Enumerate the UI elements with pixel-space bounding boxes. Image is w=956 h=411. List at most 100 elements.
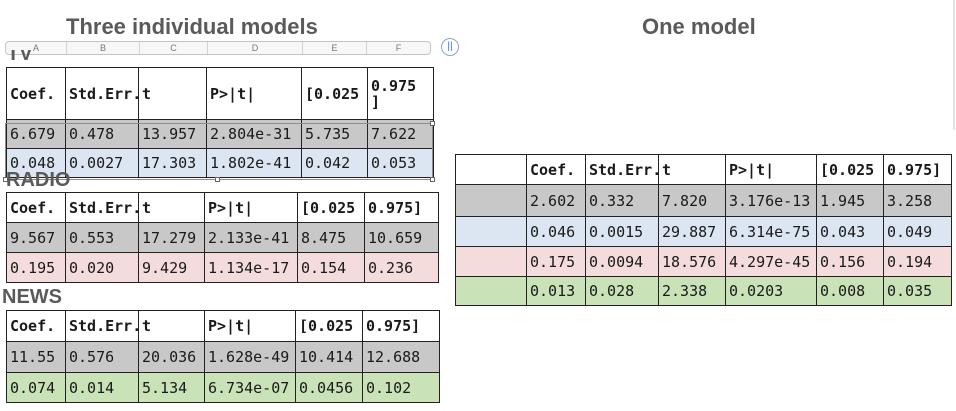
table-cell[interactable]: 13.957 [138,119,207,149]
selection-handle[interactable] [430,121,435,126]
header-cell[interactable]: t [138,192,205,223]
table-cell[interactable]: 10.659 [364,222,439,253]
table-cell[interactable]: 1.802e-41 [206,148,302,178]
header-cell[interactable]: Std.Err. [65,67,139,120]
table-cell[interactable]: 0.175 [526,246,586,277]
news-model-table[interactable]: Coef. Std.Err. t P>|t| [0.025 0.975] 11.… [6,310,440,403]
tv-model-table[interactable]: Coef. Std.Err. t P>|t| [0.025 0.975 ] 6.… [6,67,434,178]
selection-handle[interactable] [215,177,220,182]
table-cell[interactable]: 0.020 [65,252,139,283]
table-cell[interactable]: 29.887 [658,216,726,247]
table-cell[interactable]: 0.043 [816,216,884,247]
table-cell[interactable]: 0.0203 [725,276,817,306]
table-cell[interactable]: 0.0094 [585,246,659,277]
header-cell[interactable]: Coef. [6,67,66,120]
table-cell[interactable]: 10.414 [295,341,363,373]
table-cell[interactable]: 2.133e-41 [204,222,298,253]
table-cell[interactable]: 0.0456 [295,372,363,403]
header-cell[interactable]: t [138,310,205,342]
table-cell[interactable]: 0.154 [297,252,365,283]
header-cell[interactable]: P>|t| [725,154,817,185]
table-cell[interactable]: 0.102 [362,372,440,403]
table-cell[interactable]: 7.622 [367,119,434,149]
table-cell[interactable]: 20.036 [138,341,205,373]
header-cell[interactable]: 0.975 ] [367,67,434,120]
table-cell[interactable]: 0.035 [883,276,952,306]
header-cell[interactable]: P>|t| [204,310,296,342]
table-cell[interactable]: 4.297e-45 [725,246,817,277]
table-cell[interactable]: 5.735 [301,119,368,149]
table-cell[interactable]: 9.429 [138,252,205,283]
table-cell[interactable]: 17.279 [138,222,205,253]
table-cell[interactable]: 5.134 [138,372,205,403]
table-cell[interactable]: 1.945 [816,184,884,217]
header-cell[interactable] [455,154,527,185]
table-cell[interactable]: 0.553 [65,222,139,253]
table-cell[interactable]: 0.156 [816,246,884,277]
table-cell[interactable]: 0.576 [65,341,139,373]
header-cell[interactable]: Coef. [6,192,66,223]
selection-handle[interactable] [430,177,435,182]
column-letter-f[interactable]: F [367,42,430,54]
header-cell[interactable]: [0.025 [301,67,368,120]
table-cell[interactable]: 0.042 [301,148,368,178]
table-cell[interactable]: 0.014 [65,372,139,403]
table-cell[interactable] [455,216,527,247]
table-cell[interactable]: 0.195 [6,252,66,283]
header-cell[interactable]: P>|t| [204,192,298,223]
table-cell[interactable]: 3.258 [883,184,952,217]
one-model-table[interactable]: Coef. Std.Err. t P>|t| [0.025 0.975] 2.6… [455,154,952,306]
header-cell[interactable]: 0.975] [883,154,952,185]
table-cell[interactable]: 6.679 [6,119,66,149]
table-cell[interactable]: 0.0027 [65,148,139,178]
table-cell[interactable]: 2.804e-31 [206,119,302,149]
table-cell[interactable]: 0.028 [585,276,659,306]
table-cell[interactable] [455,184,527,217]
table-cell[interactable]: 6.734e-07 [204,372,296,403]
table-cell[interactable]: 2.338 [658,276,726,306]
column-letter-d[interactable]: D [208,42,303,54]
table-cell[interactable]: 0.049 [883,216,952,247]
header-cell[interactable]: Coef. [6,310,66,342]
table-cell[interactable]: 3.176e-13 [725,184,817,217]
table-cell[interactable]: 7.820 [658,184,726,217]
header-cell[interactable]: 0.975] [364,192,439,223]
table-cell[interactable]: 0.074 [6,372,66,403]
header-cell[interactable]: [0.025 [297,192,365,223]
header-cell[interactable]: [0.025 [816,154,884,185]
table-cell[interactable]: 0.008 [816,276,884,306]
freeze-columns-button[interactable]: || [441,38,459,56]
table-cell[interactable]: 12.688 [362,341,440,373]
header-cell[interactable]: [0.025 [295,310,363,342]
table-cell[interactable]: 1.628e-49 [204,341,296,373]
table-cell[interactable]: 8.475 [297,222,365,253]
table-cell[interactable]: 1.134e-17 [204,252,298,283]
table-cell[interactable]: 0.053 [367,148,434,178]
table-cell[interactable]: 0.332 [585,184,659,217]
table-cell[interactable]: 9.567 [6,222,66,253]
header-cell[interactable]: Std.Err. [585,154,659,185]
table-cell[interactable]: 0.046 [526,216,586,247]
table-cell[interactable]: 0.478 [65,119,139,149]
column-header-bar[interactable]: A B C D E F [5,41,431,55]
column-letter-e[interactable]: E [303,42,367,54]
header-cell[interactable]: Coef. [526,154,586,185]
table-cell[interactable]: 0.194 [883,246,952,277]
table-cell[interactable] [455,276,527,306]
header-cell[interactable]: 0.975] [362,310,440,342]
header-cell[interactable]: Std.Err. [65,192,139,223]
column-letter-b[interactable]: B [67,42,140,54]
header-cell[interactable]: t [658,154,726,185]
table-cell[interactable]: 11.55 [6,341,66,373]
table-cell[interactable]: 18.576 [658,246,726,277]
table-cell[interactable]: 0.013 [526,276,586,306]
header-cell[interactable]: Std.Err. [65,310,139,342]
header-cell[interactable]: t [138,67,207,120]
table-cell[interactable] [455,246,527,277]
table-cell[interactable]: 17.303 [138,148,207,178]
table-cell[interactable]: 0.0015 [585,216,659,247]
table-cell[interactable]: 6.314e-75 [725,216,817,247]
table-cell[interactable]: 2.602 [526,184,586,217]
radio-model-table[interactable]: Coef. Std.Err. t P>|t| [0.025 0.975] 9.5… [6,192,439,283]
header-cell[interactable]: P>|t| [206,67,302,120]
